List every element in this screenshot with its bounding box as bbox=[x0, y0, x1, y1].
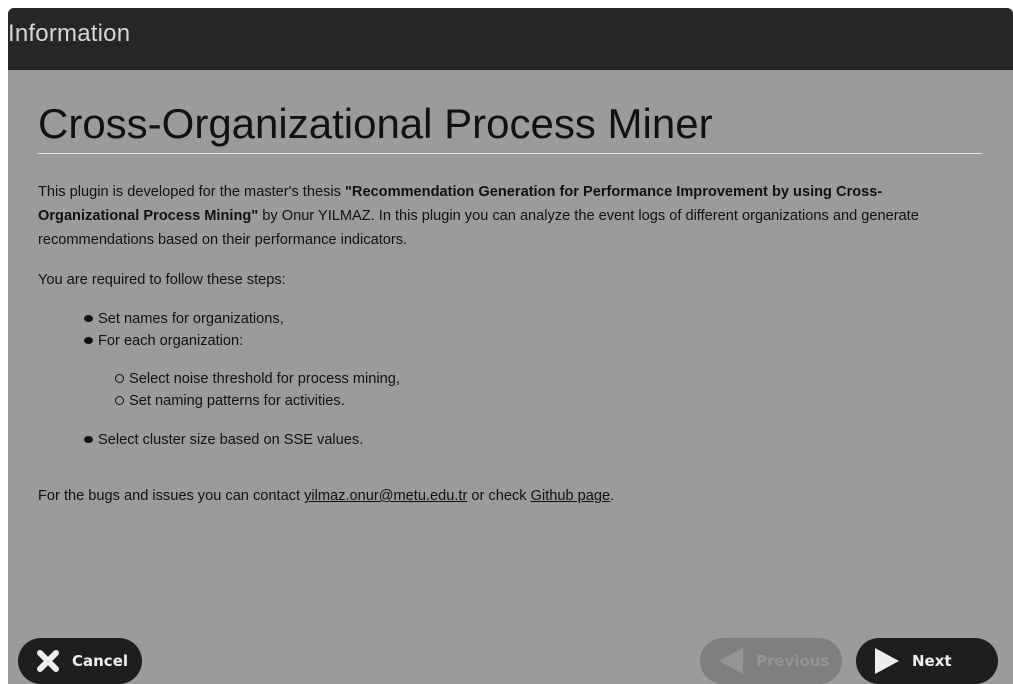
step-label: Set names for organizations, bbox=[98, 311, 284, 327]
next-button[interactable]: Next bbox=[856, 638, 998, 684]
circle-bullet-icon bbox=[115, 374, 124, 383]
triangle-right-icon bbox=[875, 648, 899, 674]
list-item: For each organization: bbox=[84, 333, 243, 349]
list-item: Select cluster size based on SSE values. bbox=[84, 432, 363, 448]
close-x-icon bbox=[37, 650, 59, 672]
contact-suffix: . bbox=[610, 488, 615, 504]
contact-prefix: For the bugs and issues you can contact bbox=[38, 488, 305, 504]
title-bar: Information bbox=[8, 8, 1013, 70]
triangle-left-icon bbox=[719, 648, 743, 674]
substep-label: Set naming patterns for activities. bbox=[129, 393, 345, 409]
cancel-button[interactable]: Cancel bbox=[18, 638, 142, 684]
heading-divider bbox=[38, 153, 982, 154]
contact-line: For the bugs and issues you can contact … bbox=[38, 488, 614, 504]
window-title: Information bbox=[8, 20, 131, 47]
github-link[interactable]: Github page bbox=[531, 488, 611, 504]
step-label: Select cluster size based on SSE values. bbox=[98, 432, 364, 448]
page-title: Cross-Organizational Process Miner bbox=[38, 100, 713, 147]
previous-label: Previous bbox=[756, 652, 830, 670]
circle-bullet-icon bbox=[115, 396, 124, 405]
contact-middle: or check bbox=[467, 488, 531, 504]
next-label: Next bbox=[912, 652, 952, 670]
sub-list-item: Select noise threshold for process minin… bbox=[115, 371, 400, 387]
bullet-icon bbox=[84, 337, 93, 344]
substep-label: Select noise threshold for process minin… bbox=[129, 371, 400, 387]
steps-intro: You are required to follow these steps: bbox=[38, 272, 286, 288]
intro-paragraph: This plugin is developed for the master'… bbox=[38, 180, 983, 252]
email-link[interactable]: yilmaz.onur@metu.edu.tr bbox=[304, 488, 467, 504]
list-item: Set names for organizations, bbox=[84, 311, 284, 327]
bullet-icon bbox=[84, 315, 93, 322]
dialog-window: Information Cross-Organizational Process… bbox=[8, 8, 1013, 684]
cancel-label: Cancel bbox=[72, 652, 129, 670]
step-label: For each organization: bbox=[98, 333, 244, 349]
bullet-icon bbox=[84, 436, 93, 443]
sub-list-item: Set naming patterns for activities. bbox=[115, 393, 345, 409]
previous-button[interactable]: Previous bbox=[700, 638, 842, 684]
intro-text-1: This plugin is developed for the master'… bbox=[38, 184, 345, 200]
